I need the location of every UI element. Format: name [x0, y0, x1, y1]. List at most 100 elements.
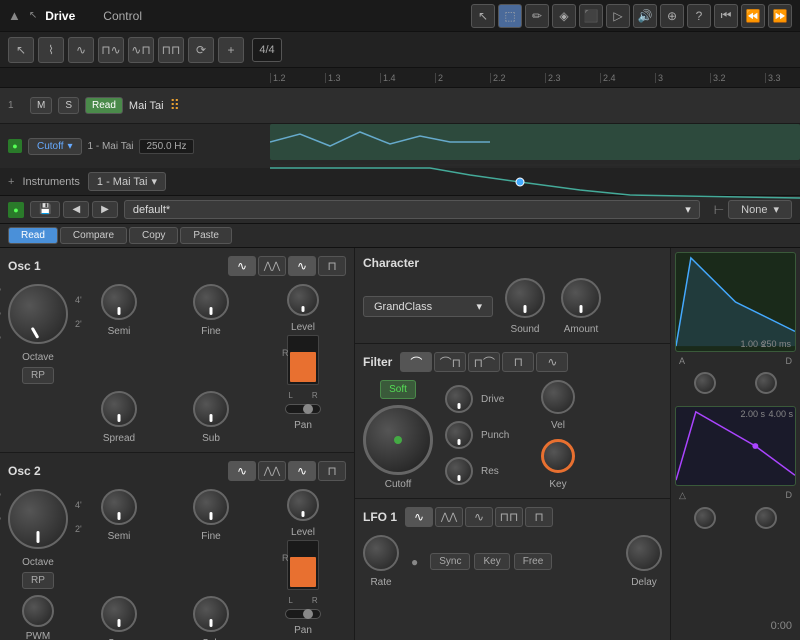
transport-cursor[interactable]: ↖ [8, 37, 34, 63]
osc1-rp-btn[interactable]: RP [22, 367, 54, 384]
osc2-rp-btn[interactable]: RP [22, 572, 54, 589]
osc2-semi-knob[interactable] [101, 489, 137, 525]
plus-icon[interactable]: + [8, 176, 14, 188]
copy-btn[interactable]: Copy [129, 227, 178, 244]
mute-tool[interactable]: ⬛ [579, 4, 603, 28]
draw-tool[interactable]: ✏ [525, 4, 549, 28]
instrument-selector[interactable]: 1 - Mai Tai ▾ [88, 172, 166, 191]
automation-power[interactable]: ● [8, 139, 22, 153]
osc1-semi-knob[interactable] [101, 284, 137, 320]
osc1-wave-tri[interactable]: ∿ [288, 256, 316, 276]
filter-wave-notch[interactable]: ⊓ [502, 352, 534, 372]
transport-split[interactable]: ⌇ [38, 37, 64, 63]
synth-prev[interactable]: ◀ [63, 201, 89, 218]
mark-32: 3.2 [710, 73, 765, 83]
osc2-wave-sq[interactable]: ⊓ [318, 461, 346, 481]
osc2-pan-slider[interactable] [285, 609, 321, 619]
paste-btn[interactable]: Paste [180, 227, 232, 244]
osc2-pwm-knob[interactable] [22, 595, 54, 627]
char-amount-knob[interactable] [561, 278, 601, 318]
synth-next[interactable]: ▶ [92, 201, 118, 218]
lfo-key-btn[interactable]: Key [474, 553, 509, 570]
env-decay-knob[interactable] [755, 372, 777, 394]
lfo-wave-tri[interactable]: ⋀⋀ [435, 507, 463, 527]
char-preset-select[interactable]: GrandClass ▾ [363, 296, 493, 317]
cursor-tool[interactable]: ↖ [471, 4, 495, 28]
env-attack2-knob[interactable] [694, 507, 716, 529]
transport-erase[interactable]: ⊓∿ [98, 37, 124, 63]
transport-flat[interactable]: ⊓⊓ [158, 37, 184, 63]
filter-drive-knob[interactable] [445, 385, 473, 413]
osc1-wave-sq[interactable]: ⊓ [318, 256, 346, 276]
osc1-controls: 8' 4' 2' 4' 2' Octave RP [8, 284, 346, 444]
osc2-level-slider[interactable]: R [287, 540, 319, 590]
transport-loop[interactable]: ⟳ [188, 37, 214, 63]
synth-power[interactable]: ● [8, 202, 24, 218]
env-attack-knob[interactable] [694, 372, 716, 394]
synth-save[interactable]: 💾 [30, 201, 60, 218]
track-clip[interactable] [270, 124, 800, 160]
volume-tool[interactable]: 🔊 [633, 4, 657, 28]
automation-param[interactable]: Cutoff ▾ [28, 138, 82, 155]
char-preset-arrow: ▾ [476, 300, 482, 313]
osc1-octave-knob[interactable] [8, 284, 68, 344]
lfo-delay-knob[interactable] [626, 535, 662, 571]
filter-wave-bp[interactable]: ⌒⊓ [434, 352, 466, 372]
filter-wave-pk[interactable]: ∿ [536, 352, 568, 372]
env-decay2-knob[interactable] [755, 507, 777, 529]
osc2-fine-knob[interactable] [193, 489, 229, 525]
filter-wave-lp[interactable]: ⌒ [400, 352, 432, 372]
filter-vel-knob[interactable] [541, 380, 575, 414]
char-header: Character [363, 256, 662, 270]
compare-btn[interactable]: Compare [60, 227, 127, 244]
cutoff-knob[interactable] [363, 405, 433, 475]
read-btn[interactable]: Read [8, 227, 58, 244]
osc1-spread-knob[interactable] [101, 391, 137, 427]
zoom-tool[interactable]: ⊕ [660, 4, 684, 28]
osc1-header: Osc 1 ∿ ⋀⋀ ∿ ⊓ [8, 256, 346, 276]
filter-wave-hp[interactable]: ⊓⌒ [468, 352, 500, 372]
select-tool[interactable]: ⬚ [498, 4, 522, 28]
transport-draw[interactable]: ∿ [68, 37, 94, 63]
help-tool[interactable]: ? [687, 4, 711, 28]
play-tool[interactable]: ▷ [606, 4, 630, 28]
filter-punch-knob[interactable] [445, 421, 473, 449]
osc1-sub-knob[interactable] [193, 391, 229, 427]
lfo-wave-sq[interactable]: ⊓⊓ [495, 507, 523, 527]
soft-btn[interactable]: Soft [380, 380, 416, 399]
osc2-octave-knob[interactable] [8, 489, 68, 549]
filter-punch-label: Punch [481, 430, 521, 441]
lfo-wave-saw[interactable]: ∿ [465, 507, 493, 527]
osc2-wave-sine[interactable]: ∿ [228, 461, 256, 481]
filter-params: Drive Punch Res [445, 385, 521, 485]
forward[interactable]: ⏩ [768, 4, 792, 28]
char-sound-knob[interactable] [505, 278, 545, 318]
rewind[interactable]: ⏪ [741, 4, 765, 28]
osc2-wave-tri[interactable]: ∿ [288, 461, 316, 481]
lfo-free-btn[interactable]: Free [514, 553, 553, 570]
skip-start[interactable]: ⏮ [714, 4, 738, 28]
lfo-section: LFO 1 ∿ ⋀⋀ ∿ ⊓⊓ ⊓ Rate ● Sync Key [355, 499, 670, 640]
osc2-wave-saw[interactable]: ⋀⋀ [258, 461, 286, 481]
osc1-level-slider[interactable]: R [287, 335, 319, 385]
erase-tool[interactable]: ◈ [552, 4, 576, 28]
osc2-level-knob[interactable] [287, 489, 319, 521]
filter-key-knob[interactable] [541, 439, 575, 473]
osc1-level-knob[interactable] [287, 284, 319, 316]
osc1-wave-saw[interactable]: ⋀⋀ [258, 256, 286, 276]
osc2-sub-knob[interactable] [193, 596, 229, 632]
osc1-pan-slider[interactable] [285, 404, 321, 414]
track-mute[interactable]: M [30, 97, 52, 114]
filter-res-knob[interactable] [445, 457, 473, 485]
osc2-sync-knob[interactable] [101, 596, 137, 632]
track-read[interactable]: Read [85, 97, 123, 114]
transport-sharp[interactable]: ∿⊓ [128, 37, 154, 63]
osc1-wave-sine[interactable]: ∿ [228, 256, 256, 276]
lfo-wave-sine[interactable]: ∿ [405, 507, 433, 527]
lfo-sync-btn[interactable]: Sync [430, 553, 470, 570]
track-solo[interactable]: S [58, 97, 79, 114]
lfo-wave-sh[interactable]: ⊓ [525, 507, 553, 527]
lfo-rate-knob[interactable] [363, 535, 399, 571]
osc1-fine-knob[interactable] [193, 284, 229, 320]
transport-plus[interactable]: + [218, 37, 244, 63]
